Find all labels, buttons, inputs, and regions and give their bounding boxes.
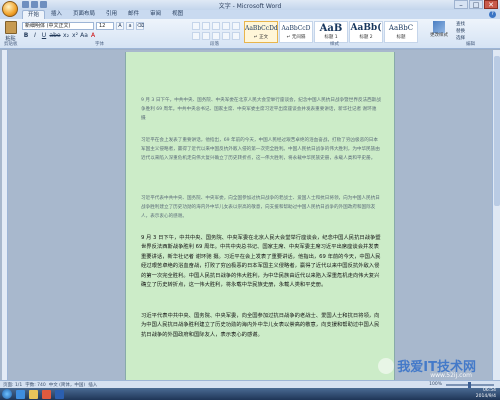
numbering-icon[interactable] [202, 22, 210, 30]
tab-view[interactable]: 视图 [167, 10, 188, 19]
tab-home[interactable]: 开始 [22, 10, 46, 19]
style-name: 标题 2 [359, 35, 373, 40]
clock-date[interactable]: 2014/9/4 [476, 394, 496, 400]
bold-button[interactable]: B [22, 32, 30, 40]
scrollbar-thumb[interactable] [494, 56, 500, 206]
clipboard-group-label: 剪贴板 [4, 42, 18, 47]
style-sample: AaBbCcDd [245, 25, 278, 32]
word-count[interactable]: 字数: 740 [25, 382, 46, 388]
grow-font-button[interactable]: A [116, 22, 124, 30]
align-right-icon[interactable] [212, 32, 220, 40]
style-heading-2[interactable]: AaBb( 标题 2 [349, 21, 383, 43]
media-icon[interactable] [42, 389, 51, 399]
watermark-url: www.52ij.com [430, 372, 472, 379]
ie-icon[interactable] [16, 389, 25, 399]
font-group-label: 字体 [95, 42, 104, 47]
tab-references[interactable]: 引用 [101, 10, 122, 19]
page-count[interactable]: 页面: 1/1 [3, 382, 22, 388]
style-normal[interactable]: AaBbCcDd ↵ 正文 [244, 21, 278, 43]
vertical-scrollbar[interactable] [492, 50, 500, 380]
paragraph-4: 9 月 3 日下午，中共中央、国务院、中央军委在北京人民大会堂举行座谈会，纪念中… [141, 235, 381, 289]
style-name: ↵ 正文 [253, 35, 269, 40]
zoom-slider[interactable] [446, 382, 494, 388]
font-name-select[interactable]: 新细明体 (中文正文) [22, 22, 94, 30]
status-bar: 页面: 1/1 字数: 740 中文 (简体，中国) 插入 100% [0, 380, 500, 388]
styles-gallery: AaBbCcDd ↵ 正文 AaBbCcD ↵ 无间隔 AaB 标题 1 AaB… [244, 21, 418, 43]
maximize-button[interactable]: □ [469, 0, 483, 9]
underline-button[interactable]: U [40, 32, 48, 40]
font-size-select[interactable]: 12 [96, 22, 114, 30]
paw-icon [378, 357, 395, 374]
select-button[interactable]: 选择 [456, 35, 496, 42]
style-heading-1[interactable]: AaB 标题 1 [314, 21, 348, 43]
ribbon: 粘贴 剪贴板 新细明体 (中文正文) 12 A a ⌫ B I U abe x₂… [0, 19, 500, 49]
strikethrough-button[interactable]: abe [49, 32, 61, 40]
tab-review[interactable]: 审阅 [145, 10, 166, 19]
tab-mailings[interactable]: 邮件 [123, 10, 144, 19]
style-name: 标题 [396, 35, 406, 40]
align-center-icon[interactable] [202, 32, 210, 40]
clipboard-icon [4, 21, 17, 34]
window-title: 文字 - Microsoft Word [218, 3, 282, 10]
justify-icon[interactable] [222, 32, 230, 40]
language-indicator[interactable]: 中文 (简体，中国) [49, 382, 85, 388]
document-page[interactable]: 9 月 3 日下午，中共中央、国务院、中央军委在北京人民大会堂举行座谈会，纪念中… [125, 52, 395, 382]
subscript-button[interactable]: x₂ [62, 32, 70, 40]
replace-button[interactable]: 替换 [456, 28, 496, 35]
paragraph-2: 习近平在会上发表了重要讲话，他指出，69 年前的今天，中国人民经过艰苦卓绝的浴血… [141, 138, 380, 162]
style-title[interactable]: AaBbC 标题 [384, 21, 418, 43]
italic-button[interactable]: I [31, 32, 39, 40]
tab-page-layout[interactable]: 页面布局 [68, 10, 100, 19]
tab-insert[interactable]: 插入 [46, 10, 67, 19]
office-button[interactable] [2, 1, 18, 17]
paragraph-group [192, 22, 242, 40]
taskbar: 06:54 2014/9/4 [0, 388, 500, 400]
style-sample: AaBb( [350, 23, 382, 33]
system-tray: 06:54 2014/9/4 [476, 388, 496, 400]
style-sample: AaB [319, 23, 343, 34]
vertical-ruler [2, 50, 8, 380]
change-styles-label: 更改样式 [430, 33, 448, 38]
change-styles-icon [433, 21, 445, 33]
start-button[interactable] [2, 389, 12, 399]
shrink-font-button[interactable]: a [126, 22, 134, 30]
superscript-button[interactable]: x² [71, 32, 79, 40]
clear-format-button[interactable]: ⌫ [136, 22, 144, 30]
change-styles-button[interactable]: 更改样式 [428, 21, 450, 43]
increase-indent-icon[interactable] [232, 22, 240, 30]
title-bar: 文字 - Microsoft Word – □ ✕ [0, 0, 500, 10]
change-case-button[interactable]: Aa [80, 32, 88, 40]
style-sample: AaBbC [388, 24, 414, 32]
line-spacing-icon[interactable] [232, 32, 240, 40]
editing-group-label: 编辑 [466, 42, 475, 47]
insert-mode[interactable]: 插入 [88, 382, 97, 388]
minimize-button[interactable]: – [454, 0, 468, 9]
editing-group: 查找 替换 选择 [456, 21, 496, 42]
font-group: 新细明体 (中文正文) 12 A a ⌫ B I U abe x₂ x² Aa … [22, 22, 190, 40]
font-color-button[interactable]: A [89, 32, 97, 40]
paragraph-group-label: 段落 [210, 42, 219, 47]
style-sample: AaBbCcD [281, 25, 311, 32]
word-icon[interactable] [55, 389, 64, 399]
folder-icon[interactable] [29, 389, 38, 399]
zoom-level[interactable]: 100% [429, 382, 442, 387]
find-button[interactable]: 查找 [456, 21, 496, 28]
paragraph-1: 9 月 3 日下午，中共中央、国务院、中央军委在北京人民大会堂举行座谈会，纪念中… [141, 98, 381, 122]
help-icon[interactable]: ? [489, 11, 496, 18]
decrease-indent-icon[interactable] [222, 22, 230, 30]
bullets-icon[interactable] [192, 22, 200, 30]
paragraph-3: 习近平代表中共中央、国务院、中央军委，向全国参加过抗日战争的老战士、爱国人士和抗… [141, 196, 380, 220]
align-left-icon[interactable] [192, 32, 200, 40]
style-no-spacing[interactable]: AaBbCcD ↵ 无间隔 [279, 21, 313, 43]
close-button[interactable]: ✕ [484, 0, 498, 9]
multilevel-list-icon[interactable] [212, 22, 220, 30]
paragraph-5: 习近平代表中共中央、国务院、中央军委，向全国参加过抗日战争的老战士、爱国人士和抗… [141, 313, 380, 338]
styles-group-label: 样式 [330, 42, 339, 47]
style-name: ↵ 无间隔 [286, 35, 306, 40]
ribbon-tabs: 开始 插入 页面布局 引用 邮件 审阅 视图 [0, 10, 500, 19]
